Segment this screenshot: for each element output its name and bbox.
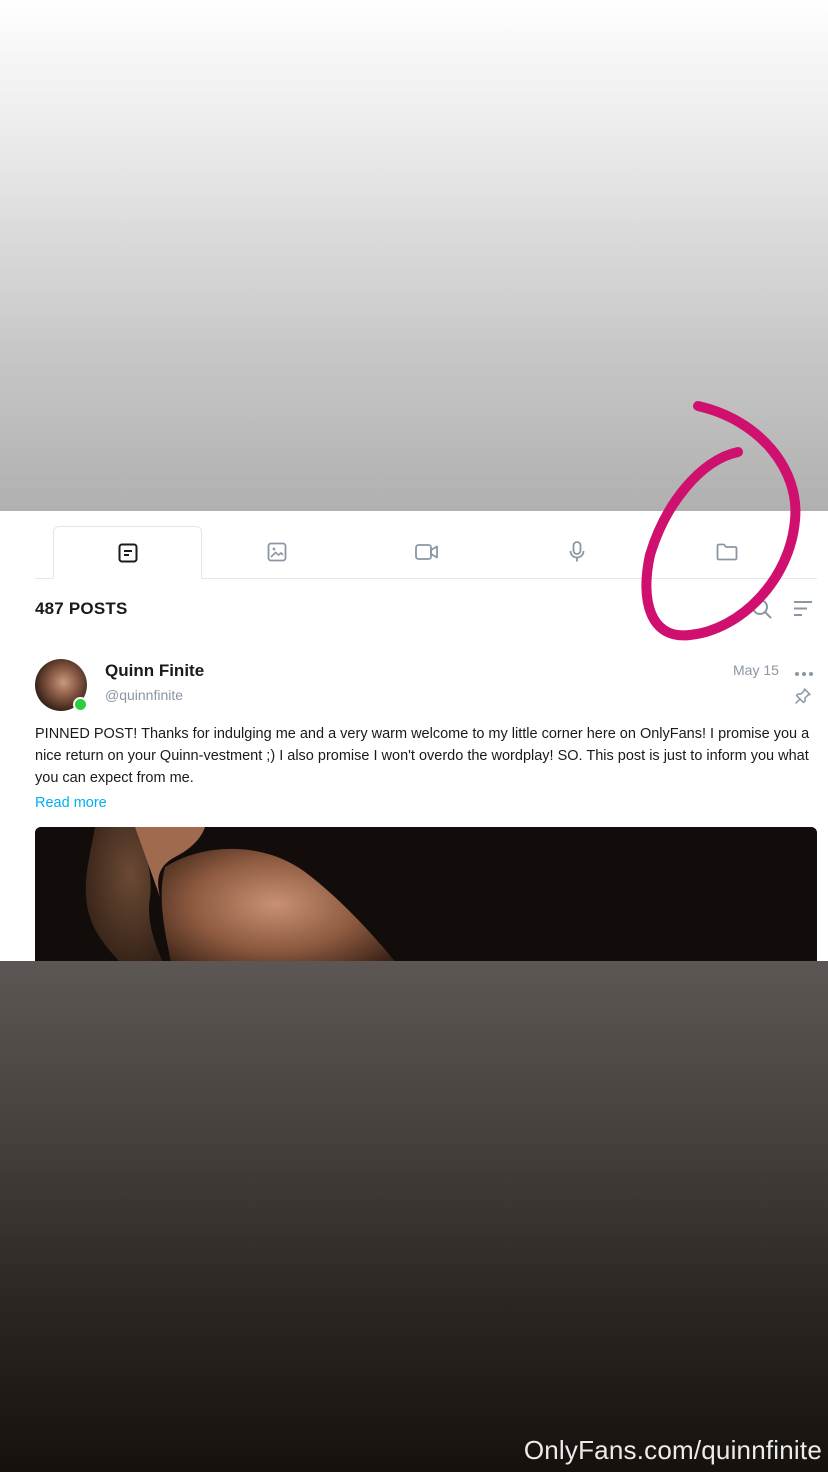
photo-icon <box>266 541 288 563</box>
post-media-image[interactable] <box>35 827 817 961</box>
watermark: OnlyFans.com/quinnfinite <box>523 1435 822 1465</box>
microphone-icon <box>566 540 588 564</box>
tab-collections[interactable] <box>652 526 801 578</box>
post-media-figure <box>35 827 817 961</box>
post-date: May 15 <box>733 662 779 678</box>
profile-feed-screenshot: 487 POSTS Quinn Finite @quinnfinite May … <box>0 511 828 961</box>
author-handle[interactable]: @quinnfinite <box>105 687 183 703</box>
online-indicator <box>73 697 88 712</box>
tab-photos[interactable] <box>202 526 351 578</box>
more-options-icon[interactable] <box>794 665 814 683</box>
post-text: PINNED POST! Thanks for indulging me and… <box>35 726 810 786</box>
tab-videos[interactable] <box>352 526 501 578</box>
video-icon <box>414 541 440 563</box>
story-bottom-background <box>0 961 828 1472</box>
tab-posts[interactable] <box>53 526 202 579</box>
posts-icon <box>117 542 139 564</box>
story-top-background <box>0 0 828 511</box>
tab-audio[interactable] <box>502 526 651 578</box>
folder-icon <box>715 541 739 563</box>
posts-count: 487 POSTS <box>35 599 128 618</box>
read-more-link[interactable]: Read more <box>35 795 107 811</box>
sort-icon[interactable] <box>792 599 814 624</box>
search-icon[interactable] <box>750 597 774 626</box>
pin-icon <box>794 687 812 710</box>
content-tabs <box>35 526 817 579</box>
author-name[interactable]: Quinn Finite <box>105 661 204 681</box>
